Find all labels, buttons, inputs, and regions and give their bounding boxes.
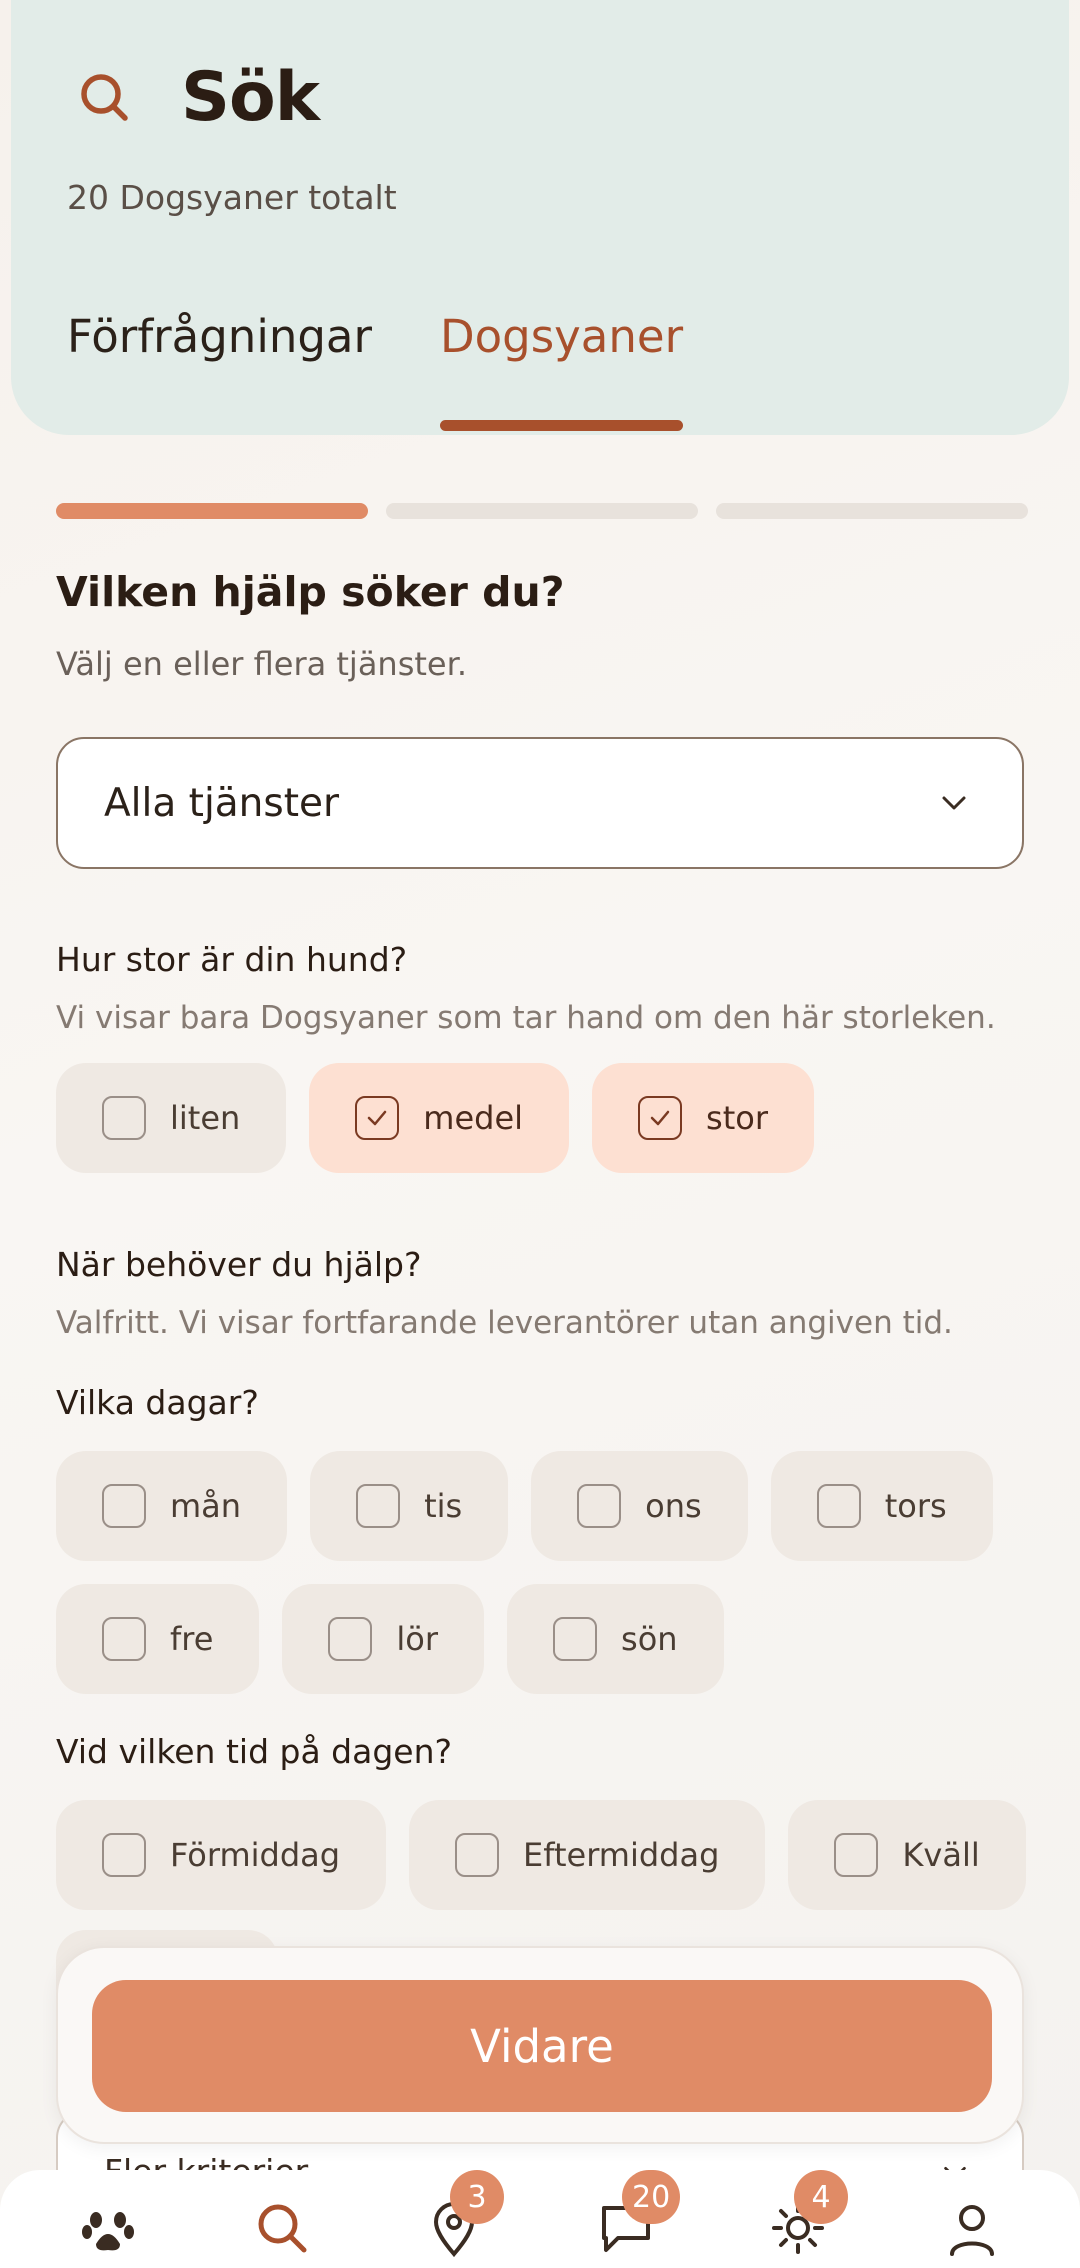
search-icon	[81, 73, 128, 121]
size-label: Hur stor är din hund?	[56, 940, 408, 979]
checkbox	[102, 1617, 146, 1661]
checkbox	[102, 1096, 146, 1140]
times-options: Förmiddag Eftermiddag Kväll	[56, 1800, 1026, 1910]
step-3	[716, 503, 1028, 519]
nav-home[interactable]	[78, 2198, 138, 2258]
chevron-down-icon	[942, 796, 966, 810]
header-panel: Sök 20 Dogsyaner totalt Förfrågningar Do…	[11, 0, 1069, 435]
size-chip-small[interactable]: liten	[56, 1063, 287, 1173]
nav-map[interactable]: 3	[424, 2170, 504, 2258]
services-select[interactable]: Alla tjänster	[56, 737, 1024, 869]
chip-label: liten	[170, 1099, 241, 1137]
checkbox	[356, 1484, 401, 1528]
nav-messages[interactable]: 20	[596, 2170, 681, 2258]
chip-label: sön	[621, 1620, 678, 1658]
nav-profile[interactable]	[942, 2198, 1002, 2258]
when-hint: Valfritt. Vi visar fortfarande leverantö…	[56, 1305, 953, 1341]
checkbox	[834, 1833, 879, 1877]
checkbox	[102, 1484, 146, 1528]
chip-label: tis	[424, 1487, 463, 1525]
question-title: Vilken hjälp söker du?	[56, 568, 565, 616]
floating-action-card: Vidare	[56, 1946, 1024, 2144]
day-chip-sun[interactable]: sön	[507, 1584, 724, 1694]
chip-label: stor	[706, 1099, 768, 1137]
size-chip-large[interactable]: stor	[592, 1063, 814, 1173]
tab-dogsitters[interactable]: Dogsyaner	[439, 310, 684, 431]
days-options-row-1: mån tis ons tors	[56, 1451, 993, 1561]
days-label: Vilka dagar?	[56, 1383, 259, 1422]
day-chip-wed[interactable]: ons	[531, 1451, 748, 1561]
step-2	[386, 503, 698, 519]
bottom-nav: 3 20 4	[0, 2170, 1080, 2268]
size-hint: Vi visar bara Dogsyaner som tar hand om …	[56, 1000, 996, 1036]
checkbox	[455, 1833, 500, 1877]
checkbox-checked	[638, 1096, 683, 1140]
notification-badge: 20	[622, 2170, 681, 2224]
day-chip-sat[interactable]: lör	[282, 1584, 485, 1694]
chip-label: Förmiddag	[170, 1836, 341, 1874]
times-label: Vid vilken tid på dagen?	[56, 1732, 453, 1771]
chip-label: lör	[396, 1620, 439, 1658]
total-count: 20 Dogsyaner totalt	[67, 178, 397, 217]
paw-icon	[82, 2212, 134, 2251]
nav-activity[interactable]: 4	[768, 2170, 848, 2258]
question-subtitle: Välj en eller flera tjänster.	[56, 645, 467, 683]
person-icon	[950, 2205, 994, 2256]
size-chip-medium[interactable]: medel	[309, 1063, 570, 1173]
size-options: liten medel stor	[56, 1063, 814, 1173]
next-button[interactable]: Vidare	[92, 1980, 992, 2112]
when-label: När behöver du hjälp?	[56, 1245, 422, 1284]
chip-label: Eftermiddag	[523, 1836, 720, 1874]
step-1	[56, 503, 368, 519]
checkbox-checked	[355, 1096, 400, 1140]
tab-bar: Förfrågningar Dogsyaner	[67, 310, 751, 431]
chip-label: Kväll	[902, 1836, 980, 1874]
chip-label: mån	[170, 1487, 242, 1525]
notification-badge: 4	[794, 2170, 848, 2224]
services-select-value: Alla tjänster	[104, 780, 340, 826]
chip-label: medel	[423, 1099, 524, 1137]
chip-label: fre	[170, 1620, 214, 1658]
time-chip-evening[interactable]: Kväll	[788, 1800, 1026, 1910]
checkbox	[102, 1833, 146, 1877]
checkmark-icon	[368, 1110, 387, 1126]
day-chip-mon[interactable]: mån	[56, 1451, 288, 1561]
time-chip-morning[interactable]: Förmiddag	[56, 1800, 387, 1910]
tab-requests[interactable]: Förfrågningar	[67, 310, 372, 363]
checkbox	[328, 1617, 373, 1661]
day-chip-tue[interactable]: tis	[310, 1451, 509, 1561]
checkbox	[577, 1484, 622, 1528]
notification-badge: 3	[450, 2170, 504, 2224]
page-title: Sök	[181, 58, 320, 137]
chip-label: ons	[645, 1487, 702, 1525]
day-chip-fri[interactable]: fre	[56, 1584, 260, 1694]
search-icon	[258, 2204, 307, 2253]
day-chip-thu[interactable]: tors	[770, 1451, 993, 1561]
nav-search[interactable]	[252, 2198, 312, 2258]
chip-label: tors	[884, 1487, 947, 1525]
time-chip-afternoon[interactable]: Eftermiddag	[409, 1800, 766, 1910]
progress-steps	[56, 503, 1028, 519]
title-row: Sök	[73, 58, 320, 137]
days-options-row-2: fre lör sön	[56, 1584, 724, 1694]
checkmark-icon	[650, 1110, 670, 1126]
checkbox	[816, 1484, 861, 1528]
checkbox	[553, 1617, 598, 1661]
